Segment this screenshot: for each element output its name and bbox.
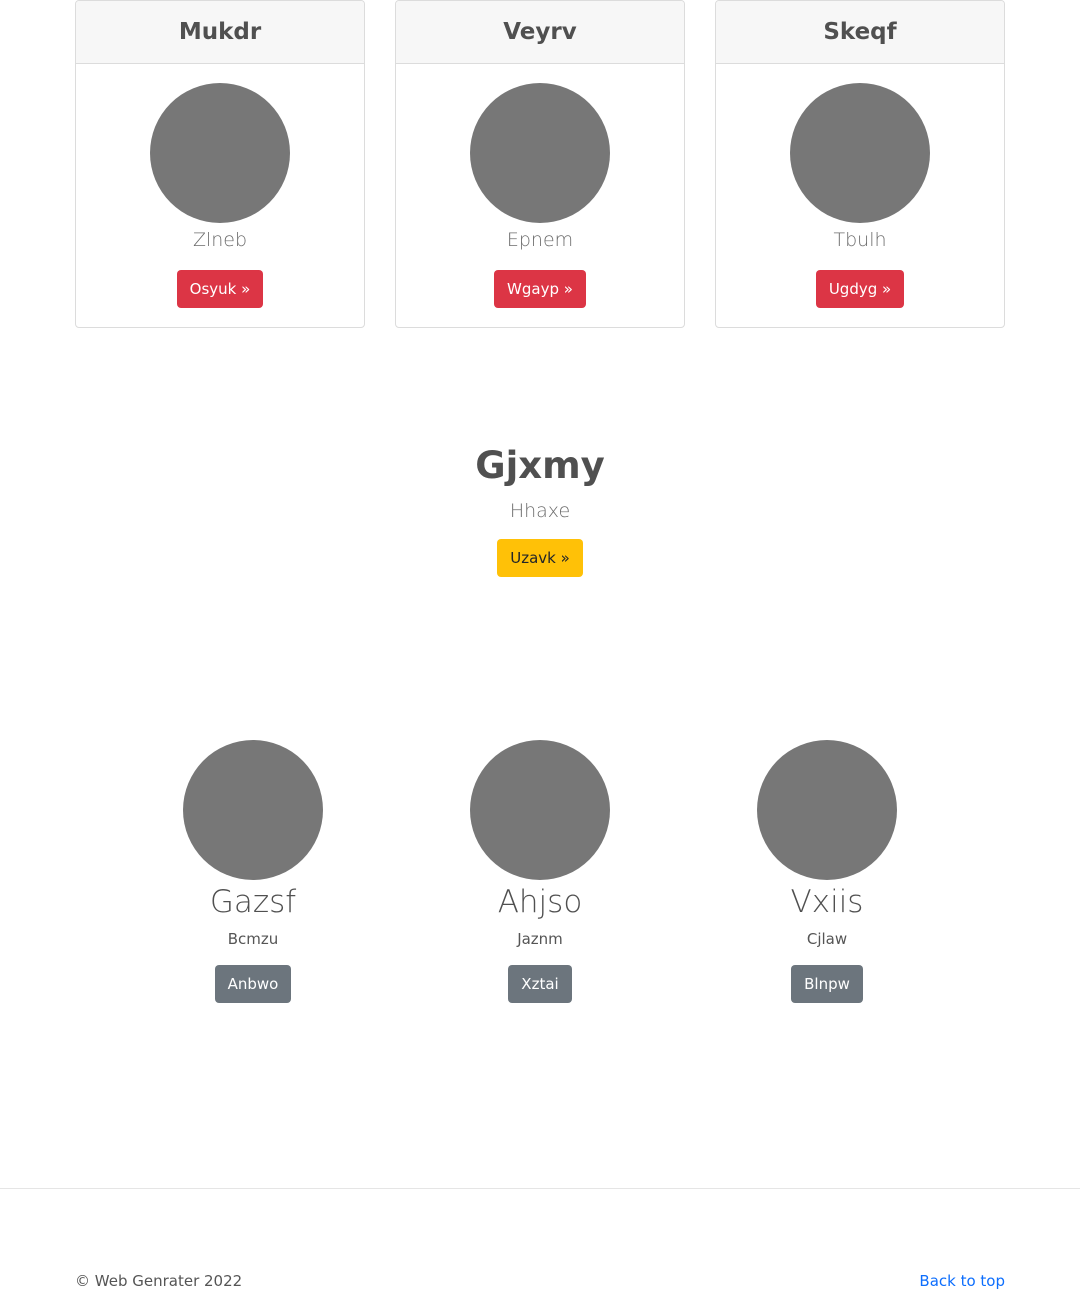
avatar-placeholder (757, 740, 897, 880)
person-name: Ahjso (497, 884, 583, 920)
person-3: Vxiis Cjlaw Blnpw (707, 740, 947, 1003)
card-body: Epnem Wgayp » (396, 64, 684, 308)
footer-divider (0, 1188, 1080, 1189)
card-body: Zlneb Osyuk » (76, 64, 364, 308)
card-subtitle: Zlneb (192, 229, 248, 251)
avatar-placeholder (183, 740, 323, 880)
card-2: Veyrv Epnem Wgayp » (395, 0, 685, 328)
avatar-placeholder (790, 83, 930, 223)
card-row: Mukdr Zlneb Osyuk » Veyrv Epnem Wgayp » … (75, 0, 1005, 328)
person-subtitle: Cjlaw (806, 930, 848, 948)
card-1: Mukdr Zlneb Osyuk » (75, 0, 365, 328)
hero-button[interactable]: Uzavk » (497, 539, 583, 577)
card-subtitle: Tbulh (833, 229, 887, 251)
person-2: Ahjso Jaznm Xztai (420, 740, 660, 1003)
card-body: Tbulh Ugdyg » (716, 64, 1004, 308)
person-3-button[interactable]: Blnpw (791, 965, 863, 1003)
hero-title: Gjxmy (475, 444, 605, 487)
avatar-placeholder (470, 83, 610, 223)
card-header: Veyrv (396, 1, 684, 64)
card-3: Skeqf Tbulh Ugdyg » (715, 0, 1005, 328)
avatar-placeholder (150, 83, 290, 223)
card-1-button[interactable]: Osyuk » (176, 270, 264, 308)
person-2-button[interactable]: Xztai (508, 965, 572, 1003)
back-to-top-link[interactable]: Back to top (919, 1271, 1005, 1291)
person-subtitle: Jaznm (517, 930, 563, 948)
person-subtitle: Bcmzu (227, 930, 279, 948)
card-3-button[interactable]: Ugdyg » (815, 270, 905, 308)
person-name: Vxiis (790, 884, 864, 920)
card-header: Skeqf (716, 1, 1004, 64)
hero-subtitle: Hhaxe (509, 500, 571, 522)
hero-section: Gjxmy Hhaxe Uzavk » (0, 440, 1080, 577)
card-2-button[interactable]: Wgayp » (494, 270, 586, 308)
avatar-placeholder (470, 740, 610, 880)
card-header: Mukdr (76, 1, 364, 64)
person-1: Gazsf Bcmzu Anbwo (133, 740, 373, 1003)
footer: © Web Genrater 2022 Back to top (75, 1271, 1005, 1291)
page: Mukdr Zlneb Osyuk » Veyrv Epnem Wgayp » … (0, 0, 1080, 1293)
copyright-text: © Web Genrater 2022 (75, 1272, 243, 1290)
card-subtitle: Epnem (506, 229, 574, 251)
person-1-button[interactable]: Anbwo (214, 965, 292, 1003)
person-name: Gazsf (209, 884, 297, 920)
